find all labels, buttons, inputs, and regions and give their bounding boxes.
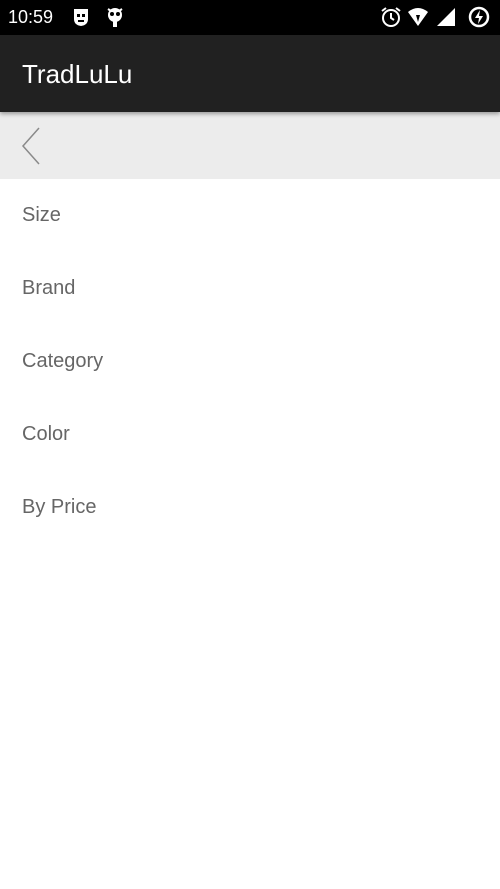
notification-icon (74, 9, 88, 26)
wifi-icon (408, 8, 428, 26)
filter-item-size[interactable]: Size (0, 179, 500, 252)
filter-item-color[interactable]: Color (0, 398, 500, 471)
battery-icon (468, 6, 490, 28)
status-bar: 10:59 (0, 0, 500, 35)
bug-icon (107, 8, 123, 27)
alarm-icon (381, 7, 401, 27)
app-bar: TradLuLu (0, 35, 500, 112)
app-title: TradLuLu (22, 59, 133, 89)
signal-icon (437, 8, 455, 26)
chevron-left-icon (21, 127, 40, 165)
filter-item-by-price[interactable]: By Price (0, 471, 500, 544)
status-time: 10:59 (8, 7, 54, 27)
filter-list: Size Brand Category Color By Price (0, 179, 500, 544)
filter-header (0, 112, 500, 179)
filter-item-brand[interactable]: Brand (0, 252, 500, 325)
back-button[interactable] (14, 124, 50, 168)
filter-item-category[interactable]: Category (0, 325, 500, 398)
